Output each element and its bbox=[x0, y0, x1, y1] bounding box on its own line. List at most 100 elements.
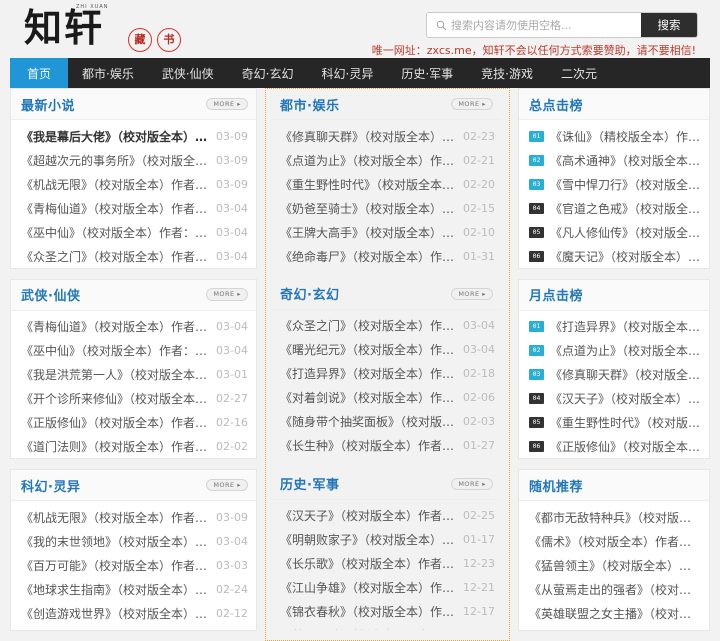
nav-item-home[interactable]: 首页 bbox=[10, 58, 69, 88]
book-title-link[interactable]: 《长生种》（校对版全本）作者：月中阴 bbox=[280, 437, 457, 454]
book-title-link[interactable]: 《百万可能》（校对版全本）作者：酾鹏 bbox=[21, 557, 210, 574]
book-title-link[interactable]: 《青梅仙道》（校对版全本）作者：乌泥 bbox=[21, 318, 210, 335]
nav-item-history[interactable]: 历史·军事 bbox=[387, 58, 467, 88]
nav-item-urban[interactable]: 都市·娱乐 bbox=[68, 58, 148, 88]
book-title-link[interactable]: 《青梅仙道》（校对版全本）作者：乌泥 bbox=[21, 200, 210, 217]
more-button-history[interactable]: MORE ▸ bbox=[451, 477, 493, 491]
nav-item-scifi[interactable]: 科幻·灵异 bbox=[308, 58, 388, 88]
list-item[interactable]: 《长乐歌》（校对版全本）作者：三戒大师 12-23 bbox=[272, 552, 501, 576]
list-item[interactable]: 《青梅仙道》（校对版全本）作者：乌泥 03-04 bbox=[13, 315, 254, 339]
book-title-link[interactable]: 《我的末世领地》（校对版全本）作者：笔墨... bbox=[21, 533, 210, 550]
book-title-link[interactable]: 《修真聊天群》（校对版全本）作... bbox=[550, 366, 701, 383]
book-title-link[interactable]: 《道门法则》（校对版全本）作者：八宝饭 bbox=[21, 438, 210, 455]
search-button[interactable]: 搜索 bbox=[641, 13, 697, 37]
book-title-link[interactable]: 《都市无敌特种兵》（校对版全本）作... bbox=[529, 509, 701, 526]
list-item[interactable]: 《众圣之门》（校对版全本）作者：虾米XL 03-04 bbox=[13, 244, 254, 268]
nav-item-esports[interactable]: 竞技·游戏 bbox=[467, 58, 547, 88]
more-button-scifi[interactable]: MORE ▸ bbox=[206, 478, 248, 492]
list-item[interactable]: 《机战无限》（校对版全本）作者：亦醉 03-09 bbox=[13, 505, 254, 529]
list-item[interactable]: 《对着剑说》（校对版全本）作者：兰帝魍魉 02-06 bbox=[272, 386, 501, 410]
more-button-latest[interactable]: MORE ▸ bbox=[206, 97, 248, 111]
list-item[interactable]: 《众圣之门》（校对版全本）作者：虾米XL 03-04 bbox=[272, 314, 501, 338]
book-title-link[interactable]: 《诛仙》（精校版全本）作者：萧鼎 bbox=[550, 128, 701, 145]
book-title-link[interactable]: 《对着剑说》（校对版全本）作者：兰帝魍魉 bbox=[280, 389, 457, 406]
list-item[interactable]: 03 《修真聊天群》（校对版全本）作... bbox=[521, 363, 707, 387]
list-item[interactable]: 《武侠世界逍遥行》（校对版全本）作... bbox=[521, 625, 707, 630]
book-title-link[interactable]: 《灵气逼人》（校对版全本）作者：卧牛真人 bbox=[21, 629, 210, 630]
list-item[interactable]: 《王牌大高手》（校对版全本）作者：梁不凡 02-10 bbox=[272, 220, 501, 244]
book-title-link[interactable]: 《高术通神》（校对版全本）作者... bbox=[550, 152, 701, 169]
list-item[interactable]: 《我是幕后大佬》（校对版全本）作者：一... 03-09 bbox=[13, 124, 254, 148]
book-title-link[interactable]: 《魔天记》（校对版全本）作者：... bbox=[550, 248, 701, 265]
list-item[interactable]: 07《百炼成仙》（校对版全本）作者... bbox=[521, 268, 707, 269]
list-item[interactable]: 《重生野性时代》（校对版全本）作者：王梓钧 02-20 bbox=[272, 172, 501, 196]
list-item[interactable]: 《地球求生指南》（校对版全本）作者：伴读... 02-24 bbox=[13, 577, 254, 601]
book-title-link[interactable]: 《猛兽领主》（校对版全本）作者：圣... bbox=[529, 557, 701, 574]
book-title-link[interactable]: 《儒术》（校对版全本）作者：端木赐 bbox=[529, 533, 701, 550]
book-title-link[interactable]: 《正版修仙》（校对版全本）作者：叶恨水 bbox=[21, 414, 210, 431]
more-button-urban[interactable]: MORE ▸ bbox=[451, 97, 493, 111]
book-title-link[interactable]: 《随身带个抽奖面板》（校对版全本）作者：... bbox=[280, 413, 457, 430]
book-title-link[interactable]: 《凡人修仙传》（校对版全本+番外... bbox=[550, 224, 701, 241]
site-logo[interactable]: ZHI XUAN 知轩 藏 书 bbox=[24, 2, 194, 54]
list-item[interactable]: 《明朝败家子》（校对版全本）作者：上山打... 01-17 bbox=[272, 528, 501, 552]
list-item[interactable]: 04 《官道之色戒》（校对版全本）作... bbox=[521, 196, 707, 220]
book-title-link[interactable]: 《武侠世界逍遥行》（校对版全本）作... bbox=[529, 629, 701, 630]
list-item[interactable]: 《儒术》（校对版全本）作者：端木赐 bbox=[521, 529, 707, 553]
book-title-link[interactable]: 《我是洪荒第一人》（校对版全本）作者：空... bbox=[21, 366, 210, 383]
book-title-link[interactable]: 《点道为止》（校对版全本）作者... bbox=[550, 342, 701, 359]
list-item[interactable]: 《锦衣春秋》（校对版全本）作者：沙漠 12-17 bbox=[272, 600, 501, 624]
book-title-link[interactable]: 《雪中悍刀行》（校对版全本）作... bbox=[550, 176, 701, 193]
book-title-link[interactable]: 《创造游戏世界》（校对版全本）作者：姐姐... bbox=[21, 605, 210, 622]
list-item[interactable]: 06 《正版修仙》（校对版全本）作者... bbox=[521, 435, 707, 459]
list-item[interactable]: 《道门法则》（校对版全本）作者：八宝饭 02-02 bbox=[13, 435, 254, 459]
list-item[interactable]: 04 《汉天子》（校对版全本）作者：... bbox=[521, 387, 707, 411]
list-item[interactable]: 《奶爸至骑士》（校对版全本）作者：沉入太... 02-15 bbox=[272, 196, 501, 220]
list-item[interactable]: 《都市无敌特种兵》（校对版全本）作... bbox=[521, 505, 707, 529]
book-title-link[interactable]: 《楚臣》（校对版全本）作者：更俗 bbox=[280, 627, 457, 630]
book-title-link[interactable]: 《正版修仙》（校对版全本）作者... bbox=[550, 438, 701, 455]
list-item[interactable]: 《绝命毒尸》（校对版全本）作者：十阶浮屠 01-31 bbox=[272, 244, 501, 268]
list-item[interactable]: 《超越次元的事务所》（校对版全本）作者：... 03-09 bbox=[13, 148, 254, 172]
book-title-link[interactable]: 《点道为止》（校对版全本）作者：梦入神机 bbox=[280, 152, 457, 169]
list-item[interactable]: 《正版修仙》（校对版全本）作者：叶恨水 02-16 bbox=[13, 411, 254, 435]
book-title-link[interactable]: 《绝命毒尸》（校对版全本）作者：十阶浮屠 bbox=[280, 248, 457, 265]
list-item[interactable]: 《猛兽领主》（校对版全本）作者：圣... bbox=[521, 553, 707, 577]
book-title-link[interactable]: 《打造异界》（校对版全本）作者... bbox=[550, 318, 701, 335]
more-button-wuxia[interactable]: MORE ▸ bbox=[206, 288, 248, 301]
list-item[interactable]: 《汉天子》（校对版全本）作者：六道 02-25 bbox=[272, 504, 501, 528]
list-item[interactable]: 《机战无限》（校对版全本）作者：亦醉 03-09 bbox=[13, 172, 254, 196]
book-title-link[interactable]: 《长乐歌》（校对版全本）作者：三戒大师 bbox=[280, 555, 457, 572]
book-title-link[interactable]: 《机战无限》（校对版全本）作者：亦醉 bbox=[21, 509, 210, 526]
book-title-link[interactable]: 《英雄联盟之女主播》（校对版全本）... bbox=[529, 605, 701, 622]
book-title-link[interactable]: 《汉天子》（校对版全本）作者：... bbox=[550, 390, 701, 407]
book-title-link[interactable]: 《巫中仙》（校对版全本）作者：雪满林中 bbox=[21, 342, 210, 359]
list-item[interactable]: 《青梅仙道》（校对版全本）作者：乌泥 03-04 bbox=[13, 196, 254, 220]
list-item[interactable]: 《打造异界》（校对版全本）作者：华任仇 02-18 bbox=[272, 362, 501, 386]
list-item[interactable]: 《开个诊所来修仙》（校对版全本）作者：李... 02-27 bbox=[13, 387, 254, 411]
nav-item-wuxia[interactable]: 武侠·仙侠 bbox=[148, 58, 228, 88]
list-item[interactable]: 《江山争雄》（校对版全本）作者：江左辰 12-21 bbox=[272, 576, 501, 600]
list-item[interactable]: 03 《雪中悍刀行》（校对版全本）作... bbox=[521, 172, 707, 196]
more-button-fantasy[interactable]: MORE ▸ bbox=[451, 287, 493, 301]
book-title-link[interactable]: 《明朝败家子》（校对版全本）作者：上山打... bbox=[280, 531, 457, 548]
list-item[interactable]: 《楚臣》（校对版全本）作者：更俗12-07 bbox=[272, 624, 501, 630]
book-title-link[interactable]: 《江山争雄》（校对版全本）作者：江左辰 bbox=[280, 579, 457, 596]
list-item[interactable]: 《我的末世领地》（校对版全本）作者：笔墨... 03-04 bbox=[13, 529, 254, 553]
book-title-link[interactable]: 《官道之色戒》（校对版全本）作... bbox=[550, 200, 701, 217]
list-item[interactable]: 《峨眉祖师》（校对版全本）作者：油炸咸鱼01-21 bbox=[13, 459, 254, 460]
book-title-link[interactable]: 《奶爸至骑士》（校对版全本）作者：沉入太... bbox=[280, 200, 457, 217]
list-item[interactable]: 《英雄联盟之女主播》（校对版全本）... bbox=[521, 601, 707, 625]
list-item[interactable]: 《点道为止》（校对版全本）作者：梦入神机 02-21 bbox=[272, 148, 501, 172]
list-item[interactable]: 《巫中仙》（校对版全本）作者：雪满林中 03-04 bbox=[13, 220, 254, 244]
list-item[interactable]: 《天道罚恶令》（校对版全本）作者：东城令01-26 bbox=[272, 458, 501, 459]
book-title-link[interactable]: 《众圣之门》（校对版全本）作者：虾米XL bbox=[280, 317, 457, 334]
list-item[interactable]: 01 《打造异界》（校对版全本）作者... bbox=[521, 315, 707, 339]
book-title-link[interactable]: 《锦衣春秋》（校对版全本）作者：沙漠 bbox=[280, 603, 457, 620]
book-title-link[interactable]: 《机战无限》（校对版全本）作者：亦醉 bbox=[21, 176, 210, 193]
book-title-link[interactable]: 《从萤焉走出的强者》（校对版全本）... bbox=[529, 581, 701, 598]
book-title-link[interactable]: 《开个诊所来修仙》（校对版全本）作者：李... bbox=[21, 390, 210, 407]
book-title-link[interactable]: 《汉天子》（校对版全本）作者：六道 bbox=[280, 507, 457, 524]
book-title-link[interactable]: 《众圣之门》（校对版全本）作者：虾米XL bbox=[21, 248, 210, 265]
list-item[interactable]: 05 《凡人修仙传》（校对版全本+番外... bbox=[521, 220, 707, 244]
